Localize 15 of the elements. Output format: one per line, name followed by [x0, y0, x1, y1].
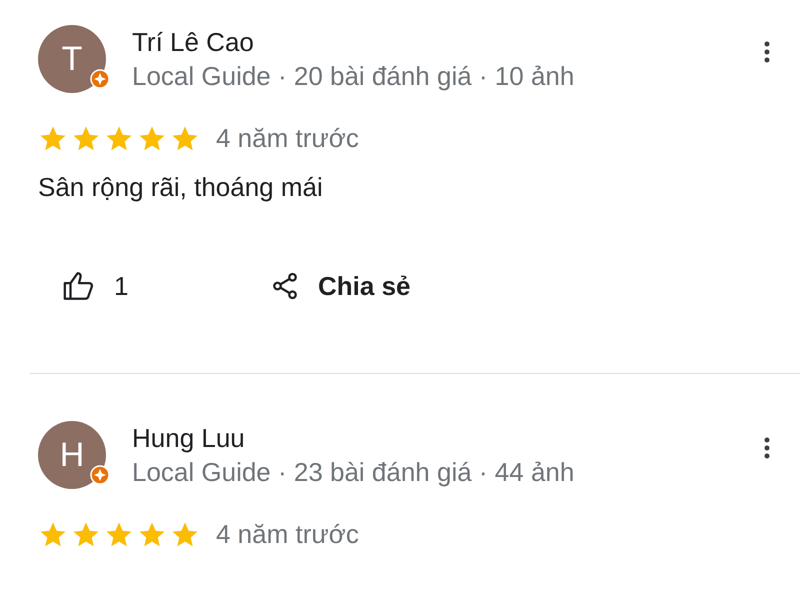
- reviewer-name[interactable]: Hung Luu: [132, 421, 764, 455]
- share-button[interactable]: Chia sẻ: [270, 269, 410, 303]
- review-text: Sân rộng rãi, thoáng mái: [38, 172, 324, 203]
- review-time: 4 năm trước: [216, 519, 359, 550]
- more-options-icon[interactable]: [764, 41, 770, 63]
- reviewer-meta: Local Guide · 20 bài đánh giá · 10 ảnh: [132, 60, 576, 93]
- local-guide-badge-icon: [90, 465, 110, 485]
- reviewer-meta: Local Guide · 23 bài đánh giá · 44 ảnh: [132, 456, 576, 489]
- thumbs-up-icon: [62, 269, 96, 303]
- local-guide-badge-icon: [90, 69, 110, 89]
- like-button[interactable]: 1: [62, 269, 270, 303]
- more-options-icon[interactable]: [764, 437, 770, 459]
- reviewer-name[interactable]: Trí Lê Cao: [132, 25, 764, 59]
- review-time: 4 năm trước: [216, 123, 359, 154]
- share-icon: [270, 271, 300, 301]
